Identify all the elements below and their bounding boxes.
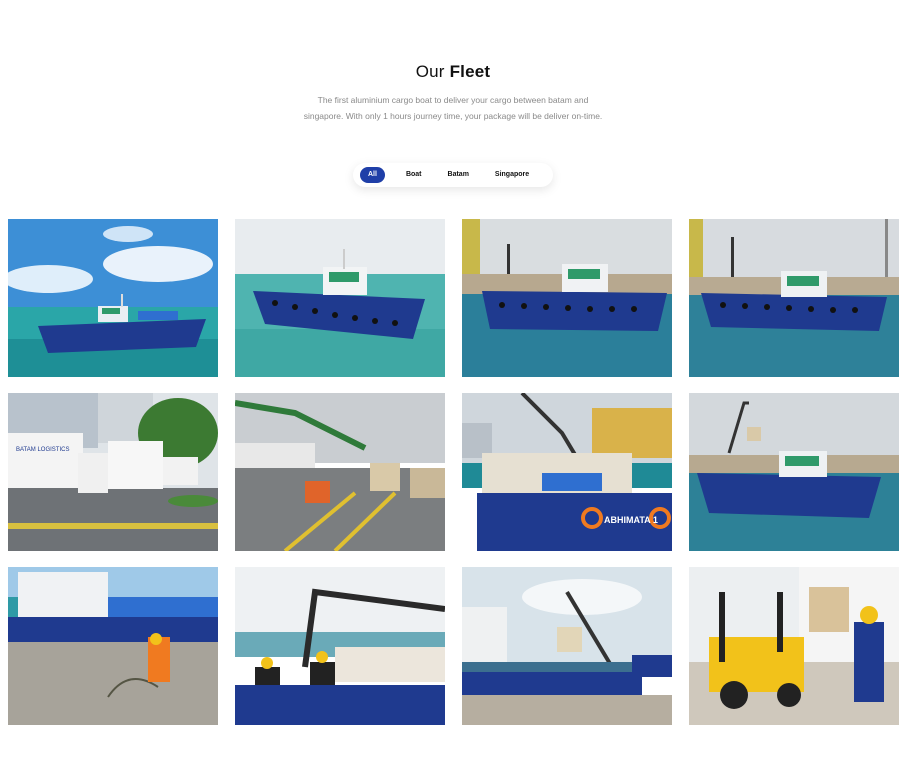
truck-text: BATAM LOGISTICS xyxy=(16,447,69,453)
section-title-bold: Fleet xyxy=(449,62,491,81)
filter-singapore-button[interactable]: Singapore xyxy=(486,167,538,183)
gallery-photo-port-forklift[interactable] xyxy=(235,393,445,551)
section-title-light: Our xyxy=(415,62,450,81)
gallery-filter-bar: All Boat Batam Singapore xyxy=(353,163,553,187)
gallery-photo-boat-port-crane[interactable] xyxy=(462,219,672,377)
section-title: Our Fleet xyxy=(0,62,906,82)
gallery-photo-boat-loading-abhimata[interactable]: ABHIMATA 1 xyxy=(462,393,672,551)
filter-batam-button[interactable]: Batam xyxy=(439,167,478,183)
gallery-photo-boat-open-sea[interactable] xyxy=(8,219,218,377)
boat-name-label: ABHIMATA 1 xyxy=(604,515,658,525)
section-subtitle: The first aluminium cargo boat to delive… xyxy=(283,92,623,124)
filter-all-button[interactable]: All xyxy=(360,167,385,183)
subtitle-line-2: singapore. With only 1 hours journey tim… xyxy=(303,111,603,121)
gallery-photo-forklift-truck[interactable] xyxy=(689,567,899,725)
gallery-photo-boat-underway[interactable] xyxy=(235,219,445,377)
gallery-photo-logistics-trucks[interactable]: BATAM LOGISTICS xyxy=(8,393,218,551)
subtitle-line-1: The first aluminium cargo boat to delive… xyxy=(317,95,589,105)
gallery-photo-boat-port-crane-2[interactable] xyxy=(689,219,899,377)
gallery-photo-crane-pallet[interactable] xyxy=(462,567,672,725)
gallery-photo-worker-mooring[interactable] xyxy=(8,567,218,725)
photo-boat-open-sea xyxy=(8,219,218,377)
filter-boat-button[interactable]: Boat xyxy=(397,167,431,183)
gallery-photo-boat-dock-cargo[interactable] xyxy=(689,393,899,551)
gallery-photo-crane-unloading[interactable] xyxy=(235,567,445,725)
